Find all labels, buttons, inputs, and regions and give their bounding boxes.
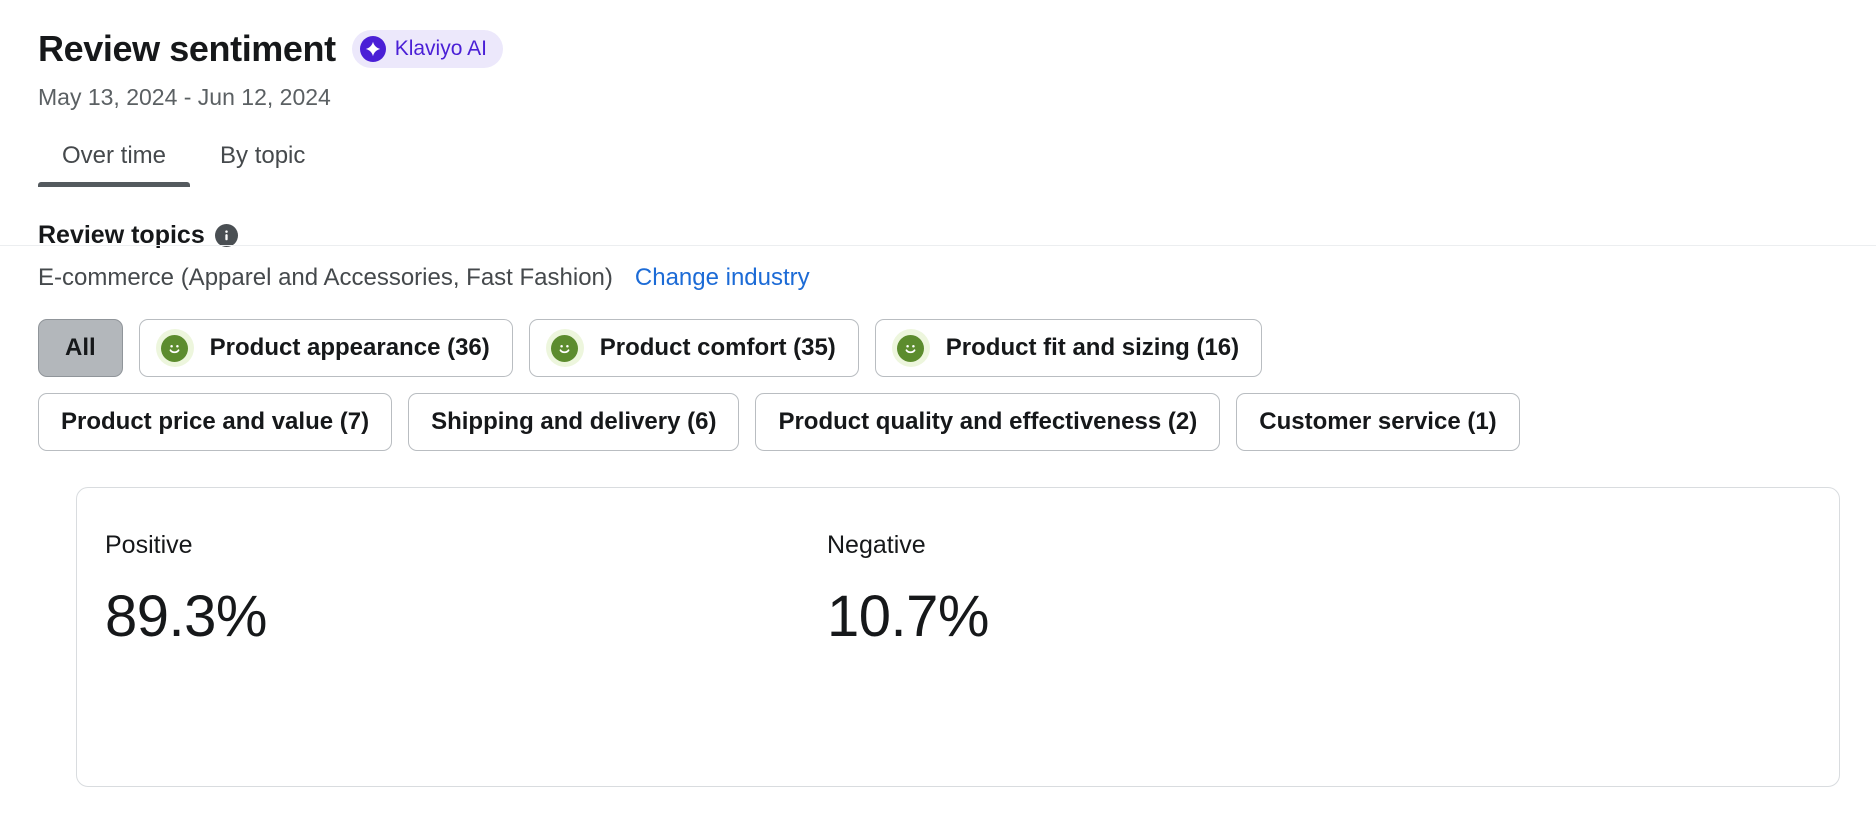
sparkle-icon [359, 36, 386, 62]
sentiment-summary-card: Positive 89.3% Negative 10.7% [76, 487, 1840, 787]
tab-by-topic[interactable]: By topic [196, 133, 329, 187]
info-icon[interactable] [214, 223, 238, 247]
change-industry-link[interactable]: Change industry [635, 263, 810, 293]
topic-chip-shipping-and-delivery[interactable]: Shipping and delivery (6) [408, 393, 740, 451]
topic-chip-product-quality-and-effectiveness[interactable]: Product quality and effectiveness (2) [755, 393, 1221, 451]
negative-stat-label: Negative [827, 531, 926, 559]
positive-stat-value: 89.3% [105, 584, 267, 649]
tab-over-time[interactable]: Over time [38, 133, 191, 187]
topic-chip-product-price-and-value[interactable]: Product price and value (7) [38, 393, 393, 451]
page-header: Review sentiment Klaviyo AI May 13, 2024… [0, 0, 1876, 187]
topic-chip-row-2: Product price and value (7) Shipping and… [38, 393, 1876, 451]
negative-stat-value: 10.7% [827, 584, 989, 649]
review-sentiment-page: Review sentiment Klaviyo AI May 13, 2024… [0, 0, 1876, 834]
topic-chip-all[interactable]: All [38, 319, 123, 377]
review-topics-section: Review topics E-commerce (Apparel and Ac… [0, 220, 1876, 787]
positive-stat-label: Positive [105, 531, 193, 559]
topic-chip-product-appearance[interactable]: Product appearance (36) [138, 319, 513, 377]
industry-text: E-commerce (Apparel and Accessories, Fas… [38, 264, 613, 291]
date-range: May 13, 2024 - Jun 12, 2024 [38, 84, 331, 110]
klaviyo-ai-badge-label: Klaviyo AI [394, 37, 487, 60]
negative-stat-block: Negative 10.7% [827, 530, 1549, 786]
tab-by-topic-label: By topic [220, 142, 306, 169]
positive-stat-block: Positive 89.3% [105, 530, 827, 786]
tab-bar: Over time By topic [38, 133, 1876, 187]
positive-smiley-icon [155, 329, 194, 367]
positive-smiley-icon [545, 329, 584, 367]
tab-inactive-underline [196, 182, 329, 187]
industry-row: E-commerce (Apparel and Accessories, Fas… [38, 263, 1876, 293]
topic-chip-label: Product fit and sizing (16) [945, 334, 1240, 361]
topic-chip-label: Product comfort (35) [599, 334, 836, 361]
title-row: Review sentiment Klaviyo AI [38, 26, 1876, 72]
topic-chip-label: Product appearance (36) [209, 334, 490, 361]
topic-chip-label: Product price and value (7) [61, 408, 370, 435]
page-title: Review sentiment [38, 28, 336, 69]
tab-active-underline [38, 182, 191, 187]
positive-smiley-icon [891, 329, 930, 367]
topic-chip-label: Product quality and effectiveness (2) [778, 408, 1198, 435]
topic-chip-label: All [65, 334, 96, 361]
topic-chip-customer-service[interactable]: Customer service (1) [1236, 393, 1520, 451]
topic-chip-label: Customer service (1) [1259, 408, 1497, 435]
topic-chip-rows: All Product appearance (36) Product comf… [38, 319, 1876, 451]
topic-chip-label: Shipping and delivery (6) [431, 408, 717, 435]
klaviyo-ai-badge[interactable]: Klaviyo AI [351, 30, 503, 68]
topic-chip-product-fit-and-sizing[interactable]: Product fit and sizing (16) [874, 319, 1263, 377]
topic-chip-product-comfort[interactable]: Product comfort (35) [528, 319, 859, 377]
tab-bar-divider [0, 245, 1876, 246]
topic-chip-row-1: All Product appearance (36) Product comf… [38, 319, 1876, 377]
tab-over-time-label: Over time [62, 142, 167, 169]
